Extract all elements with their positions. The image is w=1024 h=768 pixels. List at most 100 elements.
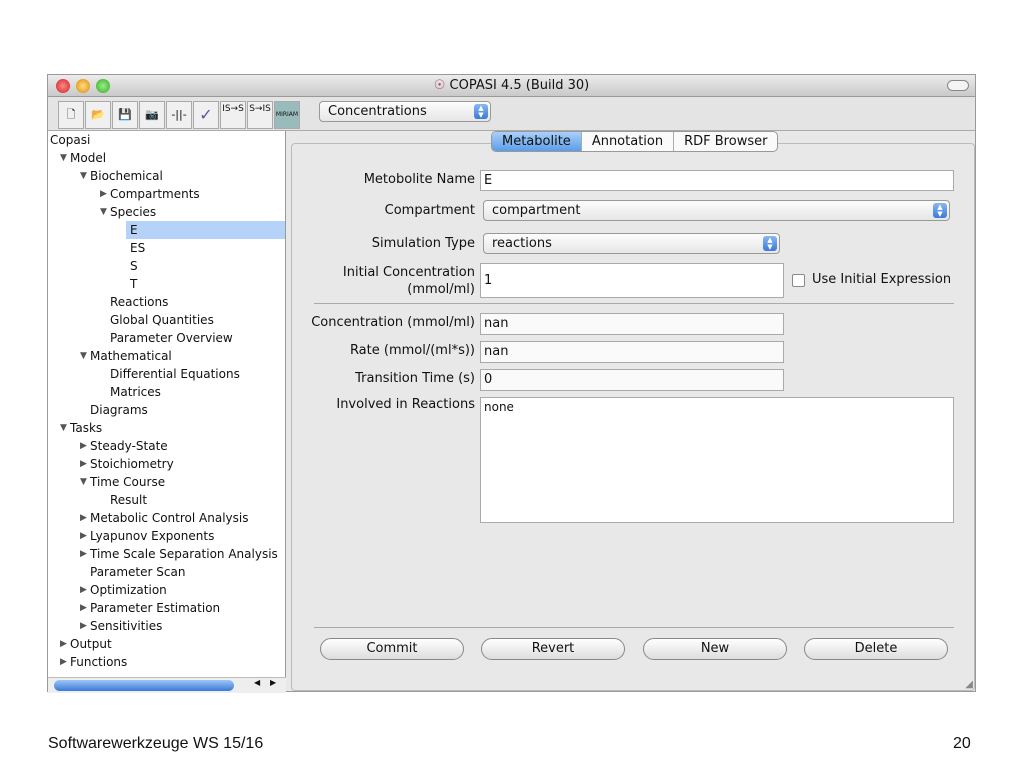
tree-item[interactable]: ▶ Steady-State (80, 437, 168, 455)
tree-item[interactable]: ▶ Time Scale Separation Analysis (80, 545, 278, 563)
scroll-left-icon[interactable]: ◀ (254, 678, 260, 687)
zoom-button[interactable] (96, 79, 110, 93)
toolbar: 🗋 📂 💾 📷 -||- ✓ IS→S S→IS MIRIAM Concentr… (48, 97, 975, 131)
initconc-input[interactable]: 1 (480, 263, 784, 298)
delete-button[interactable]: Delete (804, 638, 948, 660)
reaction-icon[interactable]: -||- (166, 101, 192, 129)
scroll-right-icon[interactable]: ▶ (270, 678, 276, 687)
expand-triangle-icon[interactable]: ▶ (80, 599, 87, 617)
collapse-triangle-icon[interactable]: ▼ (60, 149, 67, 167)
collapse-triangle-icon[interactable]: ▼ (80, 167, 87, 185)
compartment-select[interactable]: compartment ▲ ▼ (483, 200, 950, 221)
tree-item-label: Reactions (110, 295, 169, 309)
divider (314, 303, 954, 304)
tree-item[interactable]: Result (110, 491, 147, 509)
close-button[interactable] (56, 79, 70, 93)
toolbar-toggle-button[interactable] (947, 80, 969, 91)
new-button[interactable]: New (643, 638, 787, 660)
camera-icon[interactable]: 📷 (139, 101, 165, 129)
is-to-s-button[interactable]: IS→S (220, 101, 246, 129)
tree-item[interactable]: ▶ Optimization (80, 581, 167, 599)
tree-item[interactable]: ES (130, 239, 145, 257)
tree-item[interactable]: ▶ Sensitivities (80, 617, 162, 635)
tree-item[interactable]: Differential Equations (110, 365, 240, 383)
collapse-triangle-icon[interactable]: ▼ (80, 347, 87, 365)
updown-arrow-icon: ▲ ▼ (763, 236, 777, 251)
expand-triangle-icon[interactable]: ▶ (60, 653, 67, 671)
expand-triangle-icon[interactable]: ▶ (80, 509, 87, 527)
commit-button[interactable]: Commit (320, 638, 464, 660)
tree-item-label: Global Quantities (110, 313, 214, 327)
expand-triangle-icon[interactable]: ▶ (80, 545, 87, 563)
new-icon[interactable]: 🗋 (58, 101, 84, 129)
tree-item-label: Metabolic Control Analysis (90, 511, 249, 525)
tree-item[interactable]: ▼ Time Course (80, 473, 166, 491)
expand-triangle-icon[interactable]: ▶ (80, 581, 87, 599)
name-input[interactable]: E (480, 170, 954, 191)
use-initial-expression-checkbox[interactable] (792, 274, 805, 287)
tree-item[interactable]: ▼ Species (100, 203, 156, 221)
tree-item[interactable]: ▶ Output (60, 635, 112, 653)
tree-item[interactable]: T (130, 275, 137, 293)
expand-triangle-icon[interactable]: ▶ (80, 617, 87, 635)
minimize-button[interactable] (76, 79, 90, 93)
tree-item-label: Parameter Estimation (90, 601, 221, 615)
miriam-button[interactable]: MIRIAM (274, 101, 300, 129)
scroll-thumb[interactable] (54, 680, 234, 691)
tree-item[interactable]: Diagrams (90, 401, 148, 419)
conc-value: nan (480, 313, 784, 335)
model-tree: Copasi ▼ Model ▼ Biochemical ▶ Compartments ▼ Sp… (48, 131, 286, 677)
tree-item[interactable]: Matrices (110, 383, 161, 401)
revert-button[interactable]: Revert (481, 638, 625, 660)
tree-item-label: Functions (70, 655, 128, 669)
tab-annotation[interactable]: Annotation (582, 132, 675, 151)
collapse-triangle-icon[interactable]: ▼ (60, 419, 67, 437)
updown-arrow-icon: ▲ ▼ (933, 203, 947, 218)
tree-item[interactable]: E (126, 221, 285, 239)
tree-item-label: Mathematical (90, 349, 172, 363)
tree-item[interactable]: ▶ Metabolic Control Analysis (80, 509, 249, 527)
tree-horizontal-scrollbar[interactable]: ◀ ▶ (48, 677, 286, 693)
tree-item[interactable]: ▶ Compartments (100, 185, 200, 203)
tree-item[interactable]: ▼ Biochemical (80, 167, 163, 185)
expand-triangle-icon[interactable]: ▶ (80, 527, 87, 545)
save-icon[interactable]: 💾 (112, 101, 138, 129)
simtype-select[interactable]: reactions ▲ ▼ (483, 233, 780, 254)
tree-item[interactable]: ▼ Mathematical (80, 347, 172, 365)
tree-item[interactable]: Parameter Overview (110, 329, 233, 347)
s-to-is-button[interactable]: S→IS (247, 101, 273, 129)
tree-item[interactable]: Global Quantities (110, 311, 214, 329)
collapse-triangle-icon[interactable]: ▼ (100, 203, 107, 221)
tab-metabolite[interactable]: Metabolite (492, 132, 582, 151)
tree-item[interactable]: ▶ Stoichiometry (80, 455, 174, 473)
reactions-label: Involved in Reactions (336, 397, 475, 412)
tree-item[interactable]: Copasi (50, 131, 90, 149)
tree-item-label: S (130, 259, 138, 273)
expand-triangle-icon[interactable]: ▶ (80, 437, 87, 455)
tree-item[interactable]: Parameter Scan (90, 563, 185, 581)
open-icon[interactable]: 📂 (85, 101, 111, 129)
tree-item-label: Steady-State (90, 439, 168, 453)
expand-triangle-icon[interactable]: ▶ (80, 455, 87, 473)
tree-item[interactable]: ▶ Parameter Estimation (80, 599, 221, 617)
reactions-list[interactable]: none (480, 397, 954, 523)
resize-grip-icon[interactable]: ◢ (965, 679, 973, 690)
expand-triangle-icon[interactable]: ▶ (60, 635, 67, 653)
conc-label: Concentration (mmol/ml) (311, 315, 475, 330)
tree-item-label: Model (70, 151, 107, 165)
tree-item[interactable]: ▶ Functions (60, 653, 128, 671)
tab-bar: Metabolite Annotation RDF Browser (491, 131, 779, 152)
updown-arrow-icon: ▲ ▼ (474, 104, 488, 119)
tree-item[interactable]: S (130, 257, 138, 275)
tree-item[interactable]: ▼ Model (60, 149, 107, 167)
check-icon[interactable]: ✓ (193, 101, 219, 129)
tree-item-label: Time Course (90, 475, 166, 489)
collapse-triangle-icon[interactable]: ▼ (80, 473, 87, 491)
tree-item[interactable]: ▼ Tasks (60, 419, 102, 437)
view-select[interactable]: Concentrations ▲ ▼ (319, 101, 491, 122)
tab-rdf-browser[interactable]: RDF Browser (674, 132, 777, 151)
tree-item[interactable]: ▶ Lyapunov Exponents (80, 527, 214, 545)
divider (314, 627, 954, 628)
expand-triangle-icon[interactable]: ▶ (100, 185, 107, 203)
tree-item[interactable]: Reactions (110, 293, 168, 311)
